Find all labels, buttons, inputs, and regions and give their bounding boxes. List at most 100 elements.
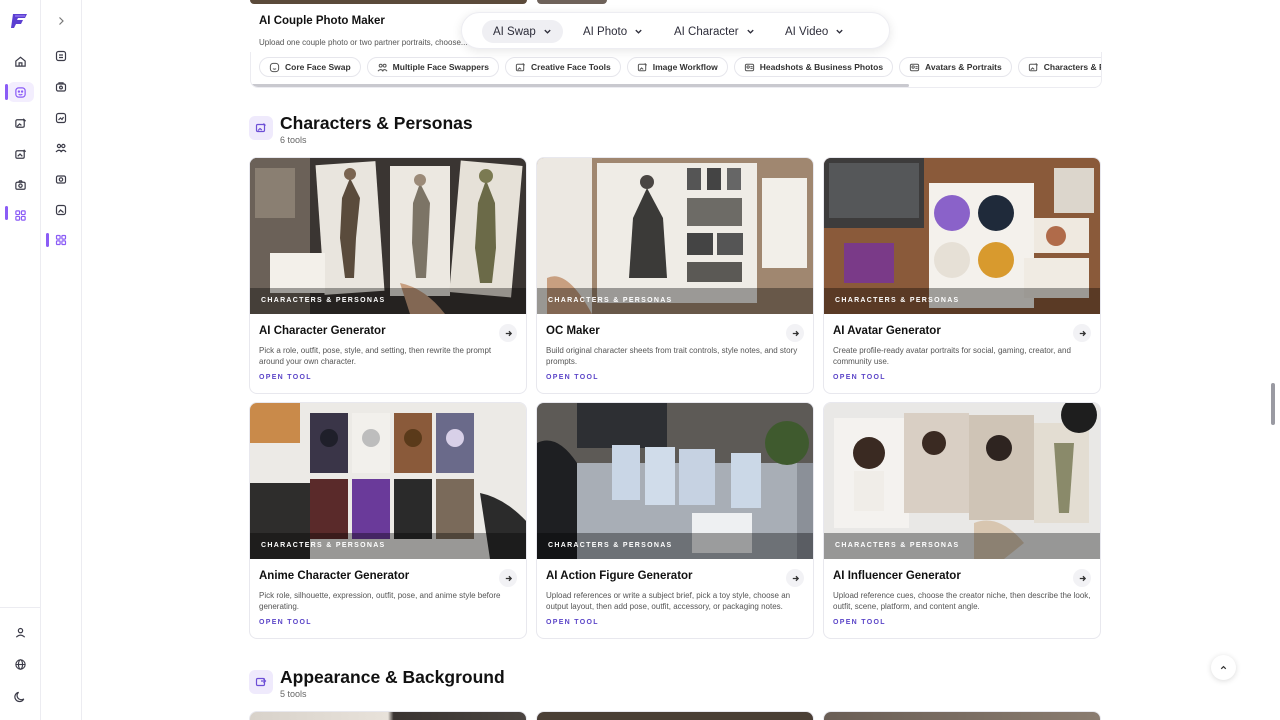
category-tag: CHARACTERS & PERSONAS — [548, 542, 673, 549]
appearance-card-thumbnail-2[interactable] — [536, 711, 814, 720]
tool-card-ai-avatar-generator[interactable]: CHARACTERS & PERSONAS AI Avatar Generato… — [823, 157, 1101, 394]
camera-icon[interactable] — [53, 171, 69, 187]
section-tool-count: 5 tools — [280, 689, 307, 699]
creative-face-icon[interactable] — [53, 110, 69, 126]
chip-image-workflow[interactable]: Image Workflow — [626, 57, 728, 77]
chevron-up-icon — [1220, 665, 1227, 670]
chevron-right-icon[interactable] — [53, 13, 69, 29]
open-tool-link[interactable]: OPEN TOOL — [259, 374, 312, 381]
arrow-right-icon[interactable] — [499, 569, 517, 587]
chip-list: Core Face Swap Multiple Face Swappers Cr… — [259, 57, 1101, 77]
image-edit-nav-icon[interactable] — [11, 114, 29, 132]
tab-label: AI Video — [785, 25, 829, 38]
tab-ai-character[interactable]: AI Character — [663, 20, 766, 43]
open-tool-link[interactable]: OPEN TOOL — [833, 374, 886, 381]
page-scrollbar[interactable] — [1271, 383, 1275, 425]
category-tag: CHARACTERS & PERSONAS — [548, 297, 673, 304]
chip-core-face-swap[interactable]: Core Face Swap — [259, 57, 361, 77]
tool-card-ai-character-generator[interactable]: CHARACTERS & PERSONAS AI Character Gener… — [249, 157, 527, 394]
tab-label: AI Photo — [583, 25, 628, 38]
scroll-to-top-button[interactable] — [1211, 655, 1236, 680]
arrow-right-icon[interactable] — [1073, 569, 1091, 587]
chip-characters-personas[interactable]: Characters & Personas — [1017, 57, 1101, 77]
card-description: Pick a role, outfit, pose, style, and se… — [259, 346, 492, 366]
chip-multiple-face-swappers[interactable]: Multiple Face Swappers — [366, 57, 500, 77]
open-tool-link[interactable]: OPEN TOOL — [546, 619, 599, 626]
card-title: AI Action Figure Generator — [546, 570, 693, 582]
sub-active-indicator — [46, 233, 49, 247]
chip-headshots-business-photos[interactable]: Headshots & Business Photos — [733, 57, 894, 77]
tool-card-ai-influencer-generator[interactable]: CHARACTERS & PERSONAS AI Influencer Gene… — [823, 402, 1101, 639]
card-title: AI Influencer Generator — [833, 570, 961, 582]
app-logo[interactable] — [10, 11, 30, 31]
tool-card-ai-action-figure-generator[interactable]: CHARACTERS & PERSONAS AI Action Figure G… — [536, 402, 814, 639]
grid-nav-icon[interactable] — [11, 206, 29, 224]
people-icon[interactable] — [53, 140, 69, 156]
chip-avatars-portraits[interactable]: Avatars & Portraits — [899, 57, 1012, 77]
top-nav-pill: AI Swap AI Photo AI Character AI Video — [461, 12, 890, 49]
image-edit-icon — [515, 62, 526, 71]
tab-label: AI Swap — [493, 25, 536, 38]
card-description: Pick role, silhouette, expression, outfi… — [259, 591, 501, 611]
section-title: Characters & Personas — [280, 113, 473, 133]
open-tool-link[interactable]: OPEN TOOL — [833, 619, 886, 626]
section-appearance-background-header: Appearance & Background 5 tools — [249, 667, 649, 701]
gallery-icon[interactable] — [53, 202, 69, 218]
user-icon[interactable] — [11, 623, 29, 641]
adjacent-card-thumbnail — [537, 0, 607, 4]
dark-mode-icon[interactable] — [11, 687, 29, 705]
image-edit-icon — [249, 116, 273, 140]
card-thumbnail — [250, 403, 526, 559]
chip-scrollbar[interactable] — [251, 84, 909, 87]
secondary-sidebar — [41, 0, 82, 720]
tab-ai-video[interactable]: AI Video — [774, 20, 855, 43]
appearance-card-thumbnail-3[interactable] — [823, 711, 1101, 720]
arrow-right-icon[interactable] — [786, 569, 804, 587]
tools-nav-indicator — [5, 206, 8, 220]
video-nav-icon[interactable] — [11, 176, 29, 194]
open-tool-link[interactable]: OPEN TOOL — [259, 619, 312, 626]
people-icon — [377, 63, 388, 72]
card-thumbnail — [537, 158, 813, 314]
home-icon[interactable] — [11, 52, 29, 70]
face-swap-nav-icon[interactable] — [11, 83, 29, 101]
tool-card-anime-character-generator[interactable]: CHARACTERS & PERSONAS Anime Character Ge… — [249, 402, 527, 639]
chevron-down-icon — [635, 29, 642, 34]
card-thumbnail — [537, 403, 813, 559]
section-tool-count: 6 tools — [280, 135, 307, 145]
category-chip-bar: Core Face Swap Multiple Face Swappers Cr… — [250, 52, 1102, 88]
chip-creative-face-tools[interactable]: Creative Face Tools — [505, 57, 621, 77]
grid-icon[interactable] — [53, 232, 69, 248]
card-title: OC Maker — [546, 325, 600, 337]
tab-ai-swap[interactable]: AI Swap — [482, 20, 563, 43]
arrow-right-icon[interactable] — [1073, 324, 1091, 342]
chip-label: Image Workflow — [652, 62, 718, 72]
category-tag: CHARACTERS & PERSONAS — [261, 297, 386, 304]
headshot-icon — [909, 63, 920, 71]
tab-label: AI Character — [674, 25, 739, 38]
multi-face-icon[interactable] — [53, 79, 69, 95]
card-title: Anime Character Generator — [259, 570, 410, 582]
main-sidebar — [0, 0, 41, 720]
headshot-icon — [744, 63, 754, 71]
arrow-right-icon[interactable] — [786, 324, 804, 342]
photo-edit-nav-icon[interactable] — [11, 145, 29, 163]
open-tool-link[interactable]: OPEN TOOL — [546, 374, 599, 381]
card-description: Upload reference cues, choose the creato… — [833, 591, 1091, 611]
tool-card-oc-maker[interactable]: CHARACTERS & PERSONAS OC Maker Build ori… — [536, 157, 814, 394]
appearance-card-thumbnail-1[interactable] — [249, 711, 527, 720]
card-description: Upload one couple photo or two partner p… — [259, 38, 474, 47]
chevron-down-icon — [746, 29, 754, 34]
chip-label: Creative Face Tools — [531, 62, 611, 72]
card-title: AI Couple Photo Maker — [259, 15, 385, 27]
card-thumbnail — [824, 403, 1100, 559]
section-characters-personas-header: Characters & Personas 6 tools — [249, 113, 649, 147]
chevron-down-icon — [836, 29, 843, 34]
section-title: Appearance & Background — [280, 667, 505, 687]
arrow-right-icon[interactable] — [499, 324, 517, 342]
tab-ai-photo[interactable]: AI Photo — [572, 20, 654, 43]
category-tag: CHARACTERS & PERSONAS — [261, 542, 386, 549]
globe-icon[interactable] — [11, 655, 29, 673]
chip-label: Characters & Personas — [1043, 62, 1101, 72]
face-tools-icon[interactable] — [53, 48, 69, 64]
